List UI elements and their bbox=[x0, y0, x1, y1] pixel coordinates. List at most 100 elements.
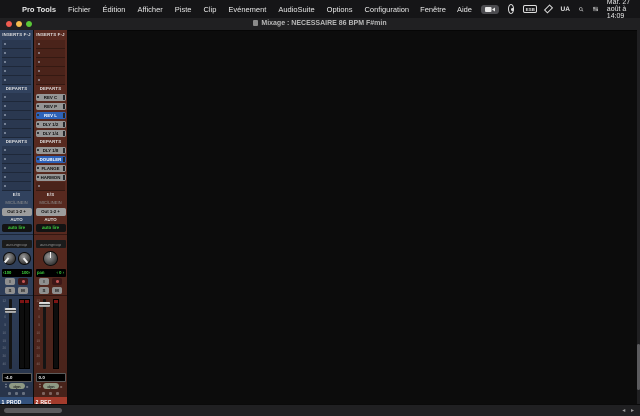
insert-slot[interactable] bbox=[2, 76, 31, 85]
send-slot[interactable] bbox=[2, 155, 31, 164]
insert-slot[interactable] bbox=[2, 67, 31, 76]
menu-options[interactable]: Options bbox=[327, 5, 353, 14]
diamond-icon[interactable] bbox=[544, 4, 553, 13]
nudge-arrows-icon[interactable]: ▲▼ bbox=[38, 383, 41, 389]
pan-knob[interactable] bbox=[3, 252, 16, 265]
insert-slot[interactable] bbox=[36, 49, 65, 58]
track-name[interactable]: 2REC bbox=[34, 397, 67, 404]
record-arm-button[interactable] bbox=[52, 278, 62, 285]
menu-aide[interactable]: Aide bbox=[457, 5, 472, 14]
send-slot[interactable] bbox=[2, 93, 31, 102]
insert-slot[interactable] bbox=[36, 67, 65, 76]
menu-bar-clock[interactable]: Mar. 27 août à 14:09 bbox=[607, 0, 640, 20]
automation-header: AUTO bbox=[34, 216, 67, 223]
input-monitor-button[interactable]: I bbox=[39, 278, 49, 285]
level-meter bbox=[53, 299, 59, 369]
track-option-icon[interactable] bbox=[8, 392, 11, 395]
send-button[interactable]: FLANGE bbox=[36, 165, 66, 173]
pan-knob-pointer bbox=[50, 252, 52, 258]
menu-audiosuite[interactable]: AudioSuite bbox=[278, 5, 314, 14]
pan-display[interactable]: ‹100100› bbox=[2, 269, 32, 277]
level-meter bbox=[24, 299, 30, 369]
solo-button[interactable]: S bbox=[5, 287, 15, 294]
send-button[interactable]: DLY 1/4 bbox=[36, 130, 66, 138]
ua-menu-item[interactable]: UA bbox=[561, 6, 570, 13]
send-slot[interactable] bbox=[2, 102, 31, 111]
output-window-icon[interactable]: ▸ bbox=[61, 384, 63, 389]
fader-handle[interactable] bbox=[5, 308, 16, 313]
video-camera-icon[interactable] bbox=[481, 5, 499, 14]
input-monitor-button[interactable]: I bbox=[5, 278, 15, 285]
group-selector[interactable]: aucungroup bbox=[2, 240, 32, 248]
insert-slot[interactable] bbox=[36, 40, 65, 49]
menu-bar: Pro Tools Fichier Édition Afficher Piste Cli… bbox=[0, 0, 640, 18]
send-button[interactable]: REV P bbox=[36, 103, 66, 111]
send-slot[interactable] bbox=[2, 111, 31, 120]
send-slot[interactable] bbox=[2, 120, 31, 129]
pan-knob[interactable] bbox=[43, 251, 58, 266]
dyn-button[interactable]: dyn bbox=[9, 383, 24, 389]
insert-slot[interactable] bbox=[2, 49, 31, 58]
mute-button[interactable]: M bbox=[18, 287, 28, 294]
solo-button[interactable]: S bbox=[39, 287, 49, 294]
automation-mode-button[interactable]: auto lire bbox=[2, 224, 32, 232]
send-button[interactable]: DLY 1/8 bbox=[36, 147, 66, 155]
input-path-selector[interactable]: MIC/LINEIN bbox=[34, 199, 67, 207]
menu-clip[interactable]: Clip bbox=[203, 5, 216, 14]
send-slot[interactable] bbox=[2, 129, 31, 138]
control-center-icon[interactable] bbox=[593, 5, 598, 13]
group-selector[interactable]: aucungroup bbox=[36, 240, 66, 248]
menu-fenêtre[interactable]: Fenêtre bbox=[420, 5, 446, 14]
send-button[interactable]: HARMON bbox=[36, 174, 66, 182]
menu-afficher[interactable]: Afficher bbox=[137, 5, 162, 14]
track-option-icon[interactable] bbox=[22, 392, 25, 395]
send-button[interactable]: REV C bbox=[36, 94, 66, 102]
dyn-button[interactable]: dyn bbox=[43, 383, 58, 389]
menu-fichier[interactable]: Fichier bbox=[68, 5, 91, 14]
channel-strip-2: INSERTS F-JDEPARTSREV CREV PREV LDLY 1/2… bbox=[34, 30, 68, 404]
pan-knob[interactable] bbox=[18, 252, 31, 265]
volume-display[interactable]: -4.0 bbox=[2, 373, 32, 382]
send-slot[interactable] bbox=[36, 182, 65, 191]
send-button[interactable]: DLY 1/2 bbox=[36, 121, 66, 129]
insert-slot[interactable] bbox=[2, 58, 31, 67]
insert-slot[interactable] bbox=[2, 40, 31, 49]
output-path-selector[interactable]: Out 1-2+ bbox=[36, 208, 66, 216]
horizontal-scrollbar[interactable]: ◂ ▸ bbox=[0, 404, 640, 416]
input-path-selector[interactable]: MIC/LINEIN bbox=[0, 199, 33, 207]
menu-configuration[interactable]: Configuration bbox=[364, 5, 409, 14]
send-slot[interactable] bbox=[2, 182, 31, 191]
send-button[interactable]: DOUBLER bbox=[36, 156, 66, 164]
output-window-icon[interactable]: ▸ bbox=[27, 384, 29, 389]
volume-display[interactable]: 0.0 bbox=[36, 373, 66, 382]
menu-piste[interactable]: Piste bbox=[175, 5, 192, 14]
send-slot[interactable] bbox=[2, 173, 31, 182]
fader-track[interactable] bbox=[43, 299, 46, 369]
menu-evénement[interactable]: Evénement bbox=[228, 5, 266, 14]
spotlight-search-icon[interactable] bbox=[579, 5, 584, 14]
record-arm-button[interactable] bbox=[18, 278, 28, 285]
app-menu[interactable]: Pro Tools bbox=[22, 5, 56, 14]
track-name[interactable]: 1PROD bbox=[0, 397, 33, 404]
menu-édition[interactable]: Édition bbox=[103, 5, 126, 14]
pan-display[interactable]: pan‹ 0 › bbox=[36, 269, 66, 277]
track-option-icon[interactable] bbox=[56, 392, 59, 395]
pan-knob-pointer bbox=[5, 258, 10, 264]
fader-handle[interactable] bbox=[39, 302, 50, 307]
send-slot[interactable] bbox=[2, 146, 31, 155]
scroll-arrows[interactable]: ◂ ▸ bbox=[622, 407, 636, 414]
mute-button[interactable]: M bbox=[52, 287, 62, 294]
track-option-icon[interactable] bbox=[42, 392, 45, 395]
track-option-icon[interactable] bbox=[49, 392, 52, 395]
esb-badge-icon[interactable]: ESB bbox=[523, 5, 537, 13]
horizontal-scrollbar-thumb[interactable] bbox=[4, 408, 62, 413]
automation-mode-button[interactable]: auto lire bbox=[36, 224, 66, 232]
record-circle-icon[interactable] bbox=[508, 4, 514, 14]
insert-slot[interactable] bbox=[36, 76, 65, 85]
output-path-selector[interactable]: Out 1-2+ bbox=[2, 208, 32, 216]
nudge-arrows-icon[interactable]: ▲▼ bbox=[4, 383, 7, 389]
track-option-icon[interactable] bbox=[15, 392, 18, 395]
send-slot[interactable] bbox=[2, 164, 31, 173]
send-button[interactable]: REV L bbox=[36, 112, 66, 120]
insert-slot[interactable] bbox=[36, 58, 65, 67]
